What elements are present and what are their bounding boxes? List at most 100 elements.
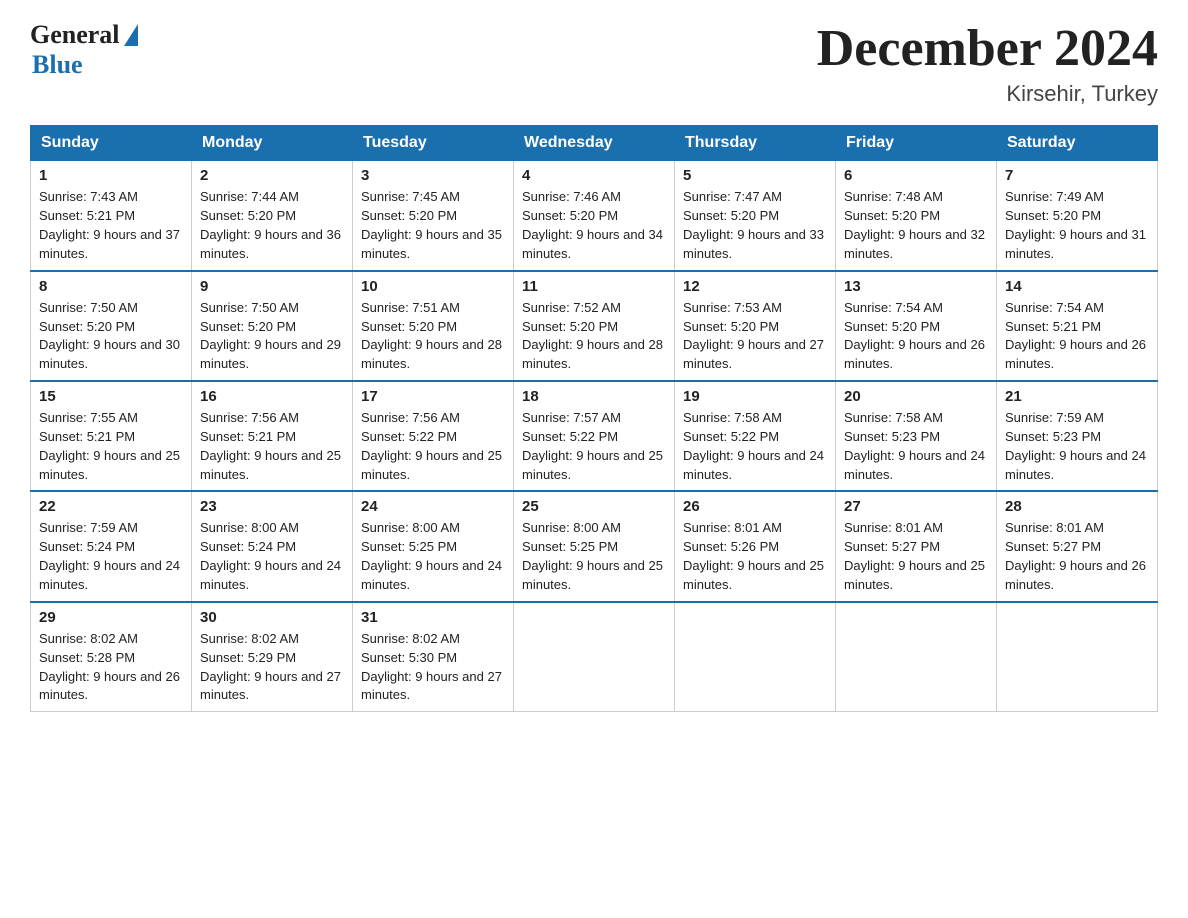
day-number: 1 [39, 167, 183, 184]
title-block: December 2024 Kirsehir, Turkey [817, 20, 1158, 107]
calendar-cell: 9Sunrise: 7:50 AMSunset: 5:20 PMDaylight… [192, 271, 353, 381]
day-info: Sunrise: 8:00 AMSunset: 5:24 PMDaylight:… [200, 519, 344, 594]
day-info: Sunrise: 8:00 AMSunset: 5:25 PMDaylight:… [361, 519, 505, 594]
day-info: Sunrise: 7:56 AMSunset: 5:21 PMDaylight:… [200, 409, 344, 484]
day-info: Sunrise: 7:59 AMSunset: 5:24 PMDaylight:… [39, 519, 183, 594]
day-number: 5 [683, 167, 827, 184]
day-info: Sunrise: 7:58 AMSunset: 5:23 PMDaylight:… [844, 409, 988, 484]
day-info: Sunrise: 7:51 AMSunset: 5:20 PMDaylight:… [361, 299, 505, 374]
day-number: 21 [1005, 388, 1149, 405]
calendar-cell: 5 Sunrise: 7:47 AMSunset: 5:20 PMDaylight… [675, 161, 836, 271]
day-number: 28 [1005, 498, 1149, 515]
logo: General Blue [30, 20, 138, 80]
calendar-cell: 16 Sunrise: 7:56 AMSunset: 5:21 PMDayligh… [192, 381, 353, 491]
day-info: Sunrise: 8:01 AMSunset: 5:27 PMDaylight:… [1005, 519, 1149, 594]
day-number: 19 [683, 388, 827, 405]
day-info: Sunrise: 7:47 AMSunset: 5:20 PMDaylight:… [683, 188, 827, 263]
col-header-sunday: Sunday [31, 126, 192, 161]
day-number: 26 [683, 498, 827, 515]
calendar-header-row: SundayMondayTuesdayWednesdayThursdayFrid… [31, 126, 1158, 161]
day-info: Sunrise: 7:50 AMSunset: 5:20 PMDaylight:… [39, 299, 183, 374]
day-number: 30 [200, 609, 344, 626]
calendar-cell: 20 Sunrise: 7:58 AMSunset: 5:23 PMDayligh… [836, 381, 997, 491]
day-number: 27 [844, 498, 988, 515]
day-info: Sunrise: 8:00 AMSunset: 5:25 PMDaylight:… [522, 519, 666, 594]
calendar-cell: 26 Sunrise: 8:01 AMSunset: 5:26 PMDayligh… [675, 491, 836, 601]
calendar-cell: 31Sunrise: 8:02 AMSunset: 5:30 PMDayligh… [353, 602, 514, 712]
calendar-cell: 21 Sunrise: 7:59 AMSunset: 5:23 PMDayligh… [997, 381, 1158, 491]
calendar-cell: 6 Sunrise: 7:48 AMSunset: 5:20 PMDaylight… [836, 161, 997, 271]
calendar-cell: 4 Sunrise: 7:46 AMSunset: 5:20 PMDaylight… [514, 161, 675, 271]
logo-triangle-icon [124, 24, 138, 46]
calendar-cell [997, 602, 1158, 712]
day-number: 3 [361, 167, 505, 184]
col-header-friday: Friday [836, 126, 997, 161]
calendar-cell: 10 Sunrise: 7:51 AMSunset: 5:20 PMDayligh… [353, 271, 514, 381]
day-number: 31 [361, 609, 505, 626]
day-info: Sunrise: 8:02 AMSunset: 5:29 PMDaylight:… [200, 630, 344, 705]
day-number: 8 [39, 278, 183, 295]
calendar-cell: 1Sunrise: 7:43 AMSunset: 5:21 PMDaylight… [31, 161, 192, 271]
day-info: Sunrise: 7:58 AMSunset: 5:22 PMDaylight:… [683, 409, 827, 484]
calendar-cell: 18 Sunrise: 7:57 AMSunset: 5:22 PMDayligh… [514, 381, 675, 491]
location-label: Kirsehir, Turkey [817, 81, 1158, 107]
day-number: 16 [200, 388, 344, 405]
day-number: 12 [683, 278, 827, 295]
day-number: 18 [522, 388, 666, 405]
calendar-table: SundayMondayTuesdayWednesdayThursdayFrid… [30, 125, 1158, 712]
calendar-week-row: 8 Sunrise: 7:50 AMSunset: 5:20 PMDaylight… [31, 271, 1158, 381]
day-number: 4 [522, 167, 666, 184]
day-number: 10 [361, 278, 505, 295]
calendar-cell: 13 Sunrise: 7:54 AMSunset: 5:20 PMDayligh… [836, 271, 997, 381]
calendar-cell: 12 Sunrise: 7:53 AMSunset: 5:20 PMDayligh… [675, 271, 836, 381]
day-number: 6 [844, 167, 988, 184]
day-info: Sunrise: 7:44 AMSunset: 5:20 PMDaylight:… [200, 188, 344, 263]
day-number: 13 [844, 278, 988, 295]
calendar-cell: 2 Sunrise: 7:44 AMSunset: 5:20 PMDaylight… [192, 161, 353, 271]
calendar-cell [675, 602, 836, 712]
calendar-cell: 19 Sunrise: 7:58 AMSunset: 5:22 PMDayligh… [675, 381, 836, 491]
calendar-cell: 28 Sunrise: 8:01 AMSunset: 5:27 PMDayligh… [997, 491, 1158, 601]
day-info: Sunrise: 7:54 AMSunset: 5:21 PMDaylight:… [1005, 299, 1149, 374]
col-header-thursday: Thursday [675, 126, 836, 161]
calendar-cell: 11Sunrise: 7:52 AMSunset: 5:20 PMDayligh… [514, 271, 675, 381]
calendar-week-row: 1Sunrise: 7:43 AMSunset: 5:21 PMDaylight… [31, 161, 1158, 271]
day-info: Sunrise: 7:48 AMSunset: 5:20 PMDaylight:… [844, 188, 988, 263]
month-title: December 2024 [817, 20, 1158, 77]
day-info: Sunrise: 7:56 AMSunset: 5:22 PMDaylight:… [361, 409, 505, 484]
day-number: 17 [361, 388, 505, 405]
calendar-week-row: 22Sunrise: 7:59 AMSunset: 5:24 PMDayligh… [31, 491, 1158, 601]
calendar-cell: 3 Sunrise: 7:45 AMSunset: 5:20 PMDaylight… [353, 161, 514, 271]
day-info: Sunrise: 7:57 AMSunset: 5:22 PMDaylight:… [522, 409, 666, 484]
logo-blue-text: Blue [32, 50, 83, 79]
day-info: Sunrise: 7:49 AMSunset: 5:20 PMDaylight:… [1005, 188, 1149, 263]
day-info: Sunrise: 7:55 AMSunset: 5:21 PMDaylight:… [39, 409, 183, 484]
col-header-monday: Monday [192, 126, 353, 161]
page-header: General Blue December 2024 Kirsehir, Tur… [30, 20, 1158, 107]
calendar-cell [514, 602, 675, 712]
day-info: Sunrise: 7:52 AMSunset: 5:20 PMDaylight:… [522, 299, 666, 374]
day-number: 9 [200, 278, 344, 295]
day-number: 2 [200, 167, 344, 184]
day-number: 15 [39, 388, 183, 405]
calendar-cell: 15 Sunrise: 7:55 AMSunset: 5:21 PMDayligh… [31, 381, 192, 491]
day-number: 23 [200, 498, 344, 515]
day-info: Sunrise: 8:01 AMSunset: 5:27 PMDaylight:… [844, 519, 988, 594]
day-info: Sunrise: 8:01 AMSunset: 5:26 PMDaylight:… [683, 519, 827, 594]
col-header-wednesday: Wednesday [514, 126, 675, 161]
calendar-week-row: 15 Sunrise: 7:55 AMSunset: 5:21 PMDayligh… [31, 381, 1158, 491]
day-number: 29 [39, 609, 183, 626]
day-number: 20 [844, 388, 988, 405]
calendar-week-row: 29 Sunrise: 8:02 AMSunset: 5:28 PMDayligh… [31, 602, 1158, 712]
day-number: 14 [1005, 278, 1149, 295]
calendar-cell [836, 602, 997, 712]
day-info: Sunrise: 7:59 AMSunset: 5:23 PMDaylight:… [1005, 409, 1149, 484]
day-info: Sunrise: 7:46 AMSunset: 5:20 PMDaylight:… [522, 188, 666, 263]
day-info: Sunrise: 7:45 AMSunset: 5:20 PMDaylight:… [361, 188, 505, 263]
calendar-cell: 25Sunrise: 8:00 AMSunset: 5:25 PMDayligh… [514, 491, 675, 601]
day-number: 24 [361, 498, 505, 515]
day-info: Sunrise: 7:54 AMSunset: 5:20 PMDaylight:… [844, 299, 988, 374]
day-info: Sunrise: 8:02 AMSunset: 5:28 PMDaylight:… [39, 630, 183, 705]
day-info: Sunrise: 7:53 AMSunset: 5:20 PMDaylight:… [683, 299, 827, 374]
calendar-cell: 27 Sunrise: 8:01 AMSunset: 5:27 PMDayligh… [836, 491, 997, 601]
